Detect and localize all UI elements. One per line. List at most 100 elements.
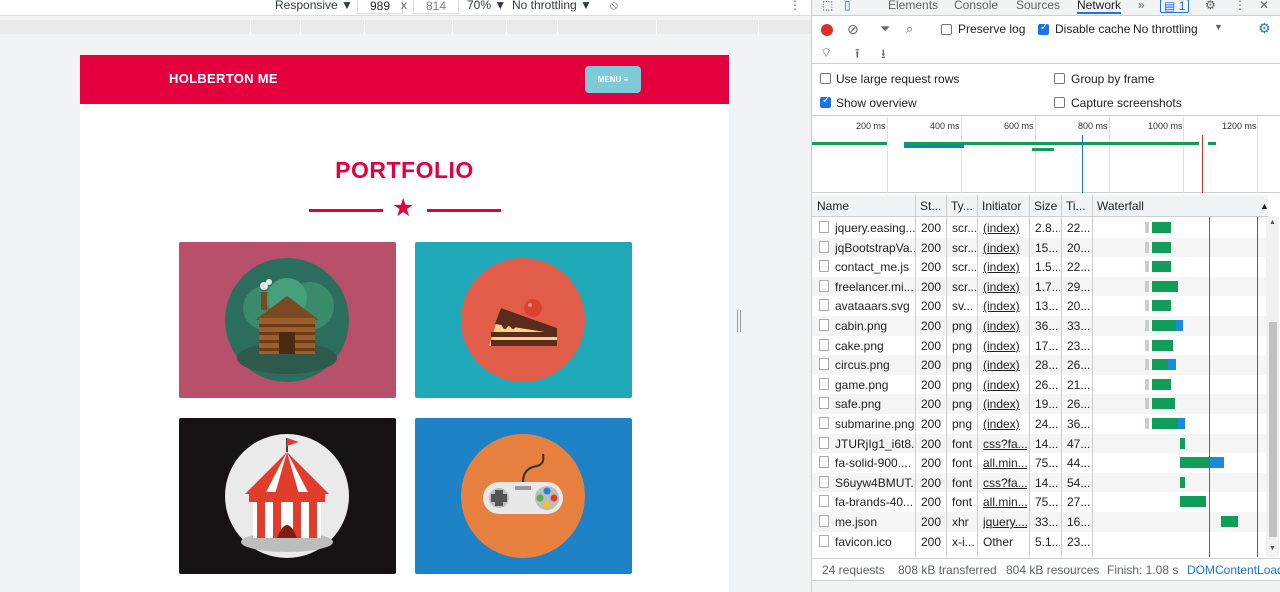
capture-screenshots-checkbox[interactable]: [1054, 97, 1065, 108]
record-icon[interactable]: [821, 24, 833, 36]
more-tabs-icon[interactable]: »: [1138, 0, 1145, 12]
disable-cache-checkbox[interactable]: [1038, 22, 1049, 35]
search-icon[interactable]: ⌕: [906, 21, 913, 37]
col-time[interactable]: Ti...: [1066, 199, 1086, 213]
request-row[interactable]: favicon.ico 200 x-i... Other 5.1... 23...: [812, 532, 1268, 552]
issues-badge[interactable]: ▤ 1: [1160, 0, 1190, 13]
request-row[interactable]: circus.png 200 png (index) 28... 26...: [812, 355, 1268, 375]
show-overview-checkbox[interactable]: [820, 95, 831, 108]
request-initiator[interactable]: all.min...: [983, 495, 1027, 509]
portfolio-item-cabin[interactable]: [179, 242, 396, 398]
zoom-select[interactable]: 70% ▼: [467, 0, 506, 12]
throttling-select[interactable]: No throttling: [1133, 22, 1198, 36]
scroll-up-icon[interactable]: ▲: [1269, 219, 1276, 226]
request-initiator[interactable]: (index): [983, 417, 1027, 431]
col-initiator[interactable]: Initiator: [982, 199, 1021, 213]
device-select[interactable]: Responsive ▼: [275, 0, 353, 12]
throttling-dropdown-icon[interactable]: ▼: [1214, 22, 1223, 32]
request-type: font: [952, 495, 973, 510]
request-time: 26...: [1067, 397, 1091, 412]
request-row[interactable]: game.png 200 png (index) 26... 21...: [812, 375, 1268, 395]
network-settings-icon[interactable]: ⚙: [1258, 20, 1271, 37]
request-initiator[interactable]: (index): [983, 280, 1027, 294]
request-row[interactable]: fa-solid-900.... 200 font all.min... 75... 44…: [812, 453, 1268, 473]
preserve-log-checkbox[interactable]: [941, 24, 952, 35]
network-conditions-icon[interactable]: ⌔: [820, 45, 832, 61]
request-row[interactable]: freelancer.mi... 200 scr... (index) 1.7... 29…: [812, 276, 1268, 297]
site-brand[interactable]: HOLBERTON ME: [169, 71, 278, 86]
request-row[interactable]: me.json 200 xhr jquery.... 33... 16...: [812, 512, 1268, 532]
more-options-icon[interactable]: ⋮: [789, 0, 801, 12]
request-initiator[interactable]: (index): [983, 221, 1027, 235]
request-name: contact_me.js: [835, 260, 910, 275]
request-row[interactable]: cabin.png 200 png (index) 36... 33...: [812, 316, 1268, 336]
request-row[interactable]: submarine.png 200 png (index) 24... 36...: [812, 414, 1268, 434]
large-rows-checkbox[interactable]: [820, 73, 831, 84]
col-name[interactable]: Name: [817, 199, 849, 213]
scroll-down-icon[interactable]: ▼: [1269, 545, 1276, 552]
portfolio-item-circus[interactable]: [179, 418, 396, 574]
sort-ascending-icon[interactable]: ▲: [1260, 201, 1268, 211]
device-toggle-icon[interactable]: ▯: [844, 0, 851, 12]
resize-handle[interactable]: [737, 310, 741, 332]
group-by-frame-checkbox[interactable]: [1054, 73, 1065, 84]
request-initiator[interactable]: (index): [983, 299, 1027, 313]
console-drawer[interactable]: [812, 580, 1280, 592]
request-initiator[interactable]: (index): [983, 339, 1027, 353]
request-initiator[interactable]: (index): [983, 358, 1027, 372]
request-row[interactable]: contact_me.js 200 scr... (index) 1.5... 22...: [812, 257, 1268, 277]
request-row[interactable]: safe.png 200 png (index) 19... 26...: [812, 394, 1268, 414]
request-row[interactable]: jqBootstrapVa... 200 scr... (index) 15... 20.…: [812, 237, 1268, 258]
col-size[interactable]: Size: [1034, 199, 1057, 213]
request-type: font: [952, 436, 973, 451]
request-initiator[interactable]: (index): [983, 378, 1027, 392]
request-initiator[interactable]: css?fa...: [983, 476, 1027, 490]
request-initiator[interactable]: (index): [983, 319, 1027, 333]
request-name: avataaars.svg: [835, 299, 910, 314]
close-devtools-icon[interactable]: ✕: [1259, 0, 1269, 12]
request-status: 200: [921, 456, 942, 471]
network-overview-timeline[interactable]: 200 ms 400 ms 600 ms 800 ms 1000 ms 1200…: [812, 117, 1280, 193]
request-row[interactable]: jquery.easing.... 200 scr... (index) 2.8... 2…: [812, 218, 1268, 238]
export-har-icon[interactable]: ⭳: [881, 45, 886, 67]
col-status[interactable]: St...: [920, 199, 941, 213]
request-name: fa-brands-40...: [835, 495, 914, 510]
width-input[interactable]: 989: [357, 0, 403, 14]
rotate-icon[interactable]: ⦸: [610, 0, 618, 13]
request-row[interactable]: cake.png 200 png (index) 17... 23...: [812, 336, 1268, 356]
request-initiator[interactable]: jquery....: [983, 515, 1027, 529]
request-row[interactable]: JTURjIg1_i6t8... 200 font css?fa... 14... 47.…: [812, 433, 1268, 454]
request-initiator[interactable]: Other: [983, 535, 1027, 549]
media-query-ruler[interactable]: [0, 20, 811, 34]
clear-icon[interactable]: ⊘: [847, 21, 859, 38]
inspect-icon[interactable]: ⬚: [822, 0, 833, 12]
waterfall-bar: [1179, 496, 1207, 508]
portfolio-item-cake[interactable]: [415, 242, 632, 398]
waterfall-bar: [1179, 457, 1210, 469]
portfolio-item-game[interactable]: [415, 418, 632, 574]
request-row[interactable]: fa-brands-40... 200 font all.min... 75... 27.…: [812, 492, 1268, 512]
tab-sources[interactable]: Sources: [1016, 0, 1060, 12]
request-row[interactable]: S6uyw4BMUT... 200 font css?fa... 14... 54...: [812, 472, 1268, 493]
tab-elements[interactable]: Elements: [888, 0, 938, 12]
col-waterfall[interactable]: Waterfall: [1097, 199, 1144, 213]
table-scrollbar[interactable]: ▲ ▼: [1266, 217, 1279, 557]
settings-gear-icon[interactable]: ⚙: [1205, 0, 1216, 12]
throttle-select[interactable]: No throttling ▼: [512, 0, 592, 12]
height-input[interactable]: 814: [413, 0, 459, 14]
filter-icon[interactable]: ⏷: [880, 21, 890, 37]
import-har-icon[interactable]: ⭱: [855, 45, 860, 67]
request-initiator[interactable]: css?fa...: [983, 437, 1027, 451]
request-initiator[interactable]: (index): [983, 260, 1027, 274]
tab-console[interactable]: Console: [954, 0, 998, 12]
request-row[interactable]: avataaars.svg 200 sv... (index) 13... 20...: [812, 296, 1268, 316]
request-initiator[interactable]: (index): [983, 397, 1027, 411]
request-time: 29...: [1067, 279, 1091, 294]
tab-network[interactable]: Network: [1077, 0, 1122, 14]
request-initiator[interactable]: all.min...: [983, 456, 1027, 470]
request-initiator[interactable]: (index): [983, 241, 1027, 255]
col-type[interactable]: Ty...: [951, 199, 973, 213]
scrollbar-thumb[interactable]: [1269, 322, 1277, 537]
customize-menu-icon[interactable]: ⋮: [1234, 0, 1246, 12]
menu-button[interactable]: MENU ≡: [585, 66, 641, 93]
